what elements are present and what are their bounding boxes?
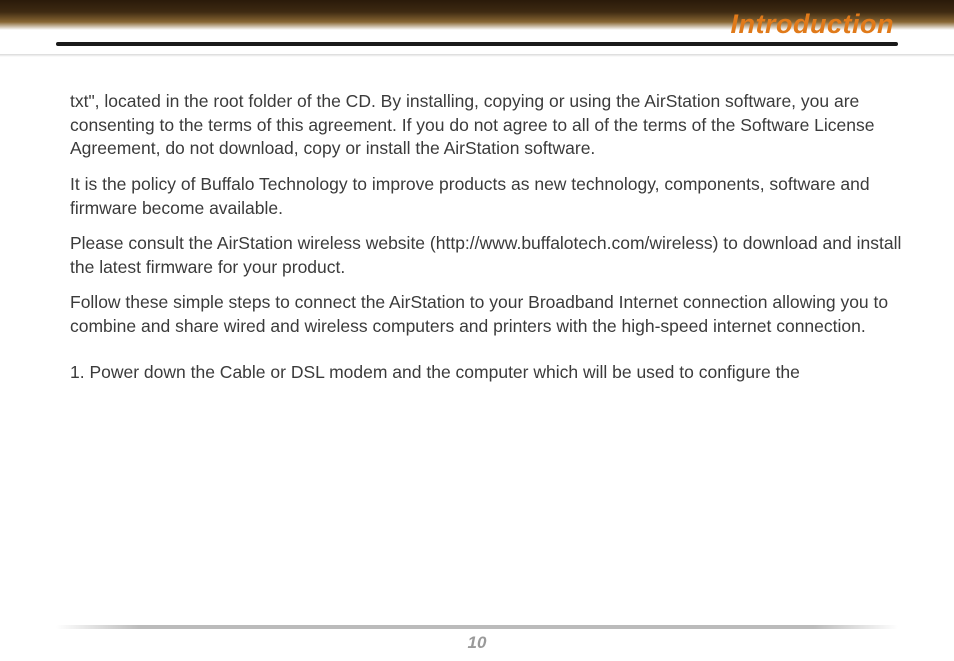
header-rule bbox=[56, 42, 898, 46]
body-content: txt", located in the root folder of the … bbox=[70, 90, 902, 396]
page-number: 10 bbox=[0, 633, 954, 653]
paragraph-4: Follow these simple steps to connect the… bbox=[70, 291, 902, 338]
paragraph-3: Please consult the AirStation wireless w… bbox=[70, 232, 902, 279]
document-page: Introduction txt", located in the root f… bbox=[0, 0, 954, 661]
paragraph-2: It is the policy of Buffalo Technology t… bbox=[70, 173, 902, 220]
header-subrule bbox=[0, 54, 954, 57]
footer-rule bbox=[56, 625, 898, 629]
page-title: Introduction bbox=[731, 9, 894, 40]
paragraph-1: txt", located in the root folder of the … bbox=[70, 90, 902, 161]
step-1: 1. Power down the Cable or DSL modem and… bbox=[70, 361, 902, 385]
